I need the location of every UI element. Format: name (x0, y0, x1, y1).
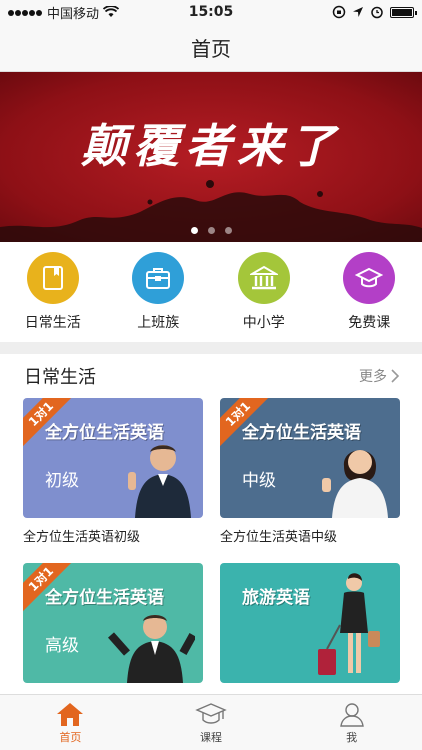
category-label: 日常生活 (24, 315, 81, 331)
wifi-icon (103, 6, 120, 17)
page-title: 首页 (191, 37, 231, 61)
briefcase-icon (132, 252, 185, 304)
course-thumbnail: 1对1 全方位生活英语 初级 (23, 398, 203, 518)
tab-me[interactable]: 我 (281, 695, 422, 750)
teacher-photo (322, 450, 388, 518)
course-card[interactable]: 1对1 全方位生活英语 初级 全方位生活英语初级 (23, 398, 203, 545)
section-header: 日常生活 更多 (0, 354, 422, 398)
alarm-icon (371, 6, 383, 19)
course-thumbnail: 1对1 全方位生活英语 中级 (220, 398, 400, 518)
battery-icon (390, 6, 417, 18)
course-caption: 全方位生活英语中级 (220, 530, 338, 545)
section-title: 日常生活 (24, 367, 96, 388)
tab-home[interactable]: 首页 (0, 695, 141, 750)
category-label: 上班族 (137, 315, 180, 331)
thumbnail-level: 中级 (242, 471, 276, 491)
promo-banner[interactable]: 颠覆者来了 (0, 72, 422, 242)
thumbnail-level: 高级 (45, 636, 79, 656)
thumbnail-level: 初级 (45, 471, 79, 491)
banner-page-indicator[interactable] (0, 227, 422, 234)
teacher-photo (128, 445, 191, 518)
tab-label: 首页 (59, 730, 82, 744)
status-left: 中国移动 (8, 3, 168, 22)
category-daily-life[interactable]: 日常生活 (8, 252, 98, 332)
category-row: 日常生活 上班族 中小学 免费课 (0, 242, 422, 342)
page-dot[interactable] (207, 227, 215, 234)
location-icon (353, 7, 363, 17)
category-free-courses[interactable]: 免费课 (324, 252, 414, 332)
school-building-icon (237, 252, 290, 304)
category-schools[interactable]: 中小学 (219, 252, 309, 332)
section-divider (0, 342, 422, 354)
traveler-photo (318, 573, 380, 675)
carrier-label: 中国移动 (47, 6, 100, 22)
chevron-right-icon (391, 369, 400, 383)
status-right (254, 5, 417, 19)
course-card[interactable]: 旅游英语 (220, 563, 400, 691)
signal-strength-icon (8, 5, 43, 20)
thumbnail-title: 旅游英语 (242, 588, 310, 608)
person-icon (339, 702, 364, 727)
course-thumbnail: 1对1 全方位生活英语 高级 (23, 563, 203, 683)
more-label: 更多 (359, 369, 387, 385)
course-card[interactable]: 1对1 全方位生活英语 高级 (23, 563, 203, 691)
tab-label: 我 (346, 730, 358, 744)
tab-courses[interactable]: 课程 (141, 695, 282, 750)
category-label: 免费课 (348, 315, 391, 331)
tab-bar: 首页 课程 我 (0, 694, 422, 750)
page-dot[interactable] (224, 227, 232, 234)
more-link[interactable]: 更多 (359, 366, 400, 386)
page-dot[interactable] (190, 227, 198, 234)
graduation-cap-icon (343, 252, 396, 304)
course-caption: 全方位生活英语初级 (23, 530, 141, 545)
status-bar: 中国移动 15:05 (0, 0, 422, 24)
graduation-cap-icon (195, 702, 227, 724)
home-icon (57, 702, 84, 726)
category-label: 中小学 (242, 315, 285, 331)
tab-label: 课程 (200, 730, 222, 744)
course-thumbnail: 旅游英语 (220, 563, 400, 683)
category-office-workers[interactable]: 上班族 (113, 252, 203, 332)
rotation-lock-icon (332, 5, 346, 19)
navigation-bar: 首页 (0, 24, 422, 72)
notebook-icon (26, 252, 79, 304)
course-card[interactable]: 1对1 全方位生活英语 中级 全方位生活英语中级 (220, 398, 400, 545)
banner-headline: 颠覆者来了 (81, 119, 341, 173)
status-time: 15:05 (188, 4, 234, 20)
teacher-photo (108, 615, 195, 683)
